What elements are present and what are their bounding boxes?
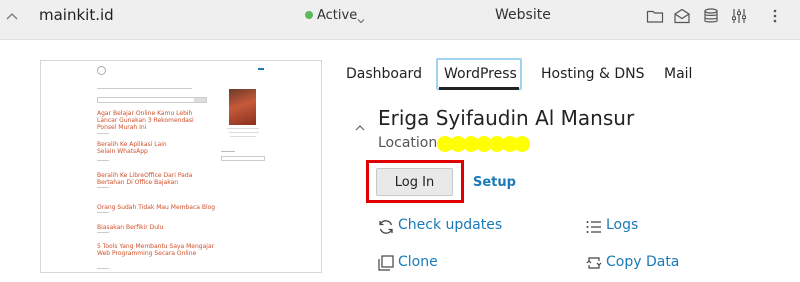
preview-post-date bbox=[97, 232, 109, 233]
preview-archive-select bbox=[221, 156, 265, 161]
preview-nav-line bbox=[97, 88, 192, 89]
preview-author-caption bbox=[230, 136, 256, 137]
preview-post-title: Orang Sudah Tidak Mau Membaca Blog bbox=[97, 204, 216, 211]
collapse-chevron-icon[interactable] bbox=[4, 9, 20, 25]
copy-data-link[interactable]: Copy Data bbox=[606, 254, 679, 270]
logs-link[interactable]: Logs bbox=[606, 217, 638, 233]
preview-menu-icon bbox=[258, 68, 264, 70]
status-label: Active bbox=[317, 8, 358, 23]
tab-mail[interactable]: Mail bbox=[664, 66, 692, 82]
copy-data-icon[interactable] bbox=[585, 254, 603, 272]
preview-sidebar-heading bbox=[221, 151, 235, 152]
location-redaction bbox=[436, 135, 531, 153]
status-dot-icon bbox=[305, 10, 313, 19]
tab-dashboard[interactable]: Dashboard bbox=[346, 66, 422, 82]
clone-icon[interactable] bbox=[377, 254, 395, 272]
folder-icon[interactable] bbox=[646, 7, 664, 25]
preview-post-date bbox=[97, 187, 109, 188]
status-dropdown[interactable]: Active bbox=[305, 8, 357, 23]
preview-post-date bbox=[97, 133, 109, 134]
mail-icon[interactable] bbox=[673, 7, 691, 25]
tab-wordpress[interactable]: WordPress bbox=[444, 66, 517, 82]
preview-author-photo bbox=[229, 89, 256, 125]
domain-name[interactable]: mainkit.id bbox=[39, 6, 114, 24]
site-owner-name: Eriga Syifaudin Al Mansur bbox=[378, 106, 635, 130]
preview-post-title: Biasakan Berfikir Dulu bbox=[97, 224, 164, 231]
preview-search-button bbox=[194, 98, 206, 102]
login-button[interactable]: Log In bbox=[376, 168, 453, 196]
preview-search-box bbox=[97, 97, 207, 103]
preview-author-caption bbox=[229, 132, 259, 133]
preview-logo bbox=[97, 66, 106, 75]
active-tab-indicator bbox=[439, 87, 519, 90]
tab-hosting-dns[interactable]: Hosting & DNS bbox=[541, 66, 644, 82]
preview-post-title: Agar Belajar Online Kamu Lebih Lancar Gu… bbox=[97, 110, 194, 131]
collapse-chevron-icon[interactable] bbox=[355, 117, 365, 131]
preview-post-date bbox=[97, 268, 109, 269]
preview-author-caption bbox=[227, 128, 259, 129]
site-preview[interactable]: Agar Belajar Online Kamu Lebih Lancar Gu… bbox=[40, 60, 322, 273]
location-label: Location: bbox=[378, 135, 442, 151]
clone-link[interactable]: Clone bbox=[398, 254, 438, 270]
site-type-label: Website bbox=[495, 7, 551, 23]
preview-post-title: 5 Tools Yang Membantu Saya Mengajar Web … bbox=[97, 243, 215, 257]
setup-link[interactable]: Setup bbox=[473, 175, 516, 190]
list-icon[interactable] bbox=[585, 218, 603, 236]
site-header: mainkit.id Active Website bbox=[0, 0, 800, 40]
preview-post-date bbox=[97, 160, 109, 161]
preview-post-title: Beralih Ke Aplikasi Lain Selain WhatsApp bbox=[97, 141, 167, 155]
database-icon[interactable] bbox=[702, 7, 720, 25]
preview-post-title: Beralih Ke LibreOffice Dari Pada Bertaha… bbox=[97, 172, 193, 186]
more-icon[interactable] bbox=[766, 7, 784, 25]
sliders-icon[interactable] bbox=[730, 7, 748, 25]
preview-post-date bbox=[97, 212, 109, 213]
chevron-down-icon[interactable] bbox=[357, 10, 365, 24]
refresh-icon[interactable] bbox=[377, 218, 395, 236]
check-updates-link[interactable]: Check updates bbox=[398, 217, 502, 233]
